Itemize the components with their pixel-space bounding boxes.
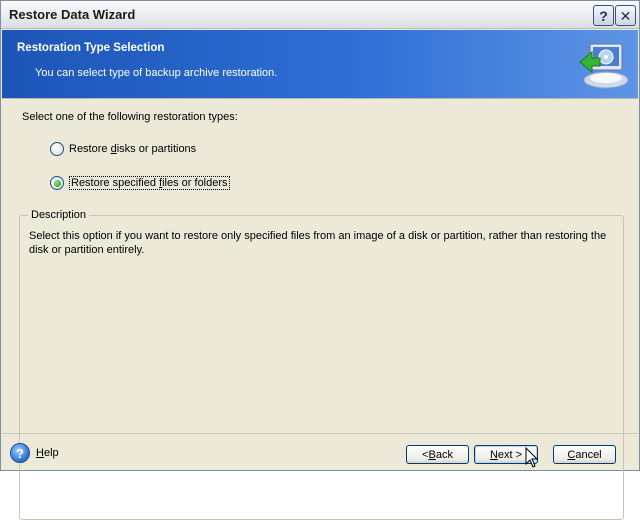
wizard-footer: ? Help < Back Next > Cancel bbox=[2, 433, 638, 471]
selection-prompt: Select one of the following restoration … bbox=[22, 111, 238, 123]
radio-label-files: Restore specified files or folders bbox=[69, 176, 230, 190]
back-button[interactable]: < Back bbox=[406, 445, 469, 464]
radio-selected-dot bbox=[53, 179, 61, 187]
wizard-content: Select one of the following restoration … bbox=[2, 98, 638, 520]
title-bar[interactable]: Restore Data Wizard ? ✕ bbox=[1, 1, 639, 29]
radio-button-unchecked[interactable] bbox=[50, 142, 64, 156]
radio-restore-files[interactable]: Restore specified files or folders bbox=[50, 176, 230, 190]
radio-restore-disks[interactable]: Restore disks or partitions bbox=[50, 142, 196, 156]
description-caption: Description bbox=[28, 209, 90, 221]
mouse-cursor-icon bbox=[525, 447, 539, 468]
close-button[interactable]: ✕ bbox=[615, 5, 636, 26]
header-title: Restoration Type Selection bbox=[17, 42, 165, 54]
help-label[interactable]: Help bbox=[36, 447, 59, 459]
header-subtitle: You can select type of backup archive re… bbox=[35, 67, 278, 79]
help-link[interactable]: ? Help bbox=[10, 443, 59, 463]
restore-wizard-window: Restore Data Wizard ? ✕ Restoration Type… bbox=[0, 0, 640, 520]
radio-button-checked[interactable] bbox=[50, 176, 64, 190]
wizard-restore-icon bbox=[579, 43, 629, 89]
cancel-button[interactable]: Cancel bbox=[553, 445, 616, 464]
titlebar-help-button[interactable]: ? bbox=[593, 5, 614, 26]
description-text: Select this option if you want to restor… bbox=[29, 230, 607, 256]
help-titlebar-icon: ? bbox=[599, 7, 608, 24]
wizard-header: Restoration Type Selection You can selec… bbox=[2, 30, 638, 98]
description-group: Description Select this option if you wa… bbox=[19, 209, 624, 520]
window-title: Restore Data Wizard bbox=[9, 7, 136, 22]
help-icon[interactable]: ? bbox=[10, 443, 30, 463]
close-icon: ✕ bbox=[619, 7, 632, 24]
radio-label-disks: Restore disks or partitions bbox=[69, 143, 197, 155]
